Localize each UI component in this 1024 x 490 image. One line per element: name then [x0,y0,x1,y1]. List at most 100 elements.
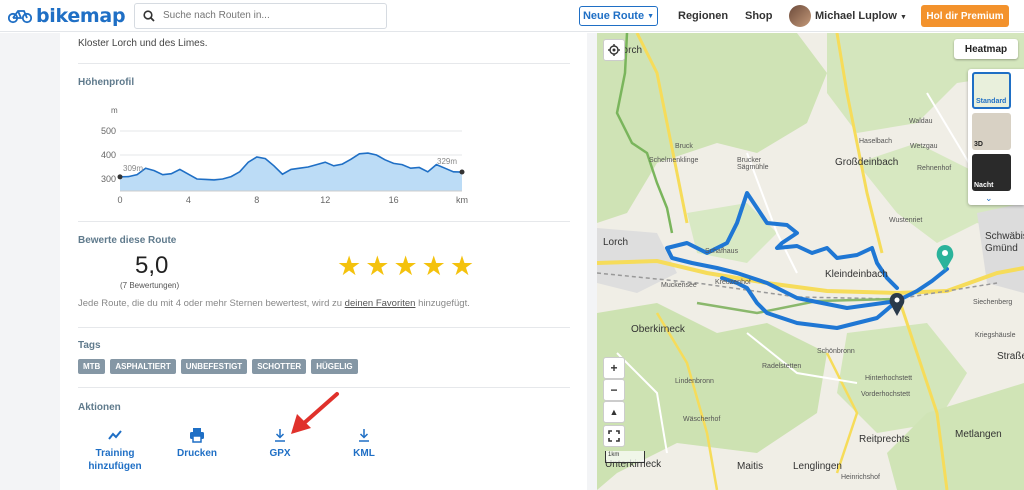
layer-3d[interactable]: 3D [972,113,1011,150]
map-place-label: Haselbach [859,138,893,145]
x-tick-label: 0 [117,195,122,205]
map-place-label: Vorderhochstett [861,391,911,398]
map-place-label: Lindenbronn [675,378,714,385]
y-tick-label: 500 [101,126,116,136]
kml-label: KML [353,448,375,459]
divider [78,327,570,328]
zoom-out-button[interactable]: − [603,379,625,401]
x-tick-label: km [456,195,468,205]
map-canvas[interactable] [597,33,1024,490]
layer-name: Nacht [974,182,994,189]
print-button[interactable]: Drucken [170,426,224,460]
end-elevation-label: 329m [437,157,457,166]
kml-download-button[interactable]: KML [337,426,391,460]
nav-shop[interactable]: Shop [745,10,773,22]
rating-note-text: Jede Route, die du mit 4 oder mehr Stern… [78,298,343,309]
actions-title: Aktionen [78,402,121,413]
rating-note: Jede Route, die du mit 4 oder mehr Stern… [78,298,470,309]
star-rating[interactable]: ★ ★ ★ ★ ★ [337,253,474,280]
star-icon[interactable]: ★ [365,253,389,280]
top-header: bikemap Neue Route ▼ Regionen Shop Micha… [0,0,1024,32]
map-place-label: Lorch [603,237,629,248]
star-icon[interactable]: ★ [337,253,361,280]
route-description: Kloster Lorch und des Limes. [78,38,208,49]
map-place-label: Kriegshäusle [975,332,1016,339]
tag-list: MTB ASPHALTIERT UNBEFESTIGT SCHOTTER HÜG… [78,359,358,374]
elevation-chart[interactable]: 500 400 300 m 309m 329m 0 4 8 12 16 km [90,103,480,233]
divider [78,63,570,64]
x-tick-label: 12 [320,195,330,205]
compass-button[interactable]: ▲ [603,401,625,423]
map-place-label: Waldau [909,118,933,125]
rating-value: 5,0 [135,252,169,279]
scale-label: 1km [608,452,620,458]
search-input[interactable] [163,10,373,21]
map-place-label: Maitis [737,461,764,472]
tag-mtb[interactable]: MTB [78,359,106,374]
heatmap-button[interactable]: Heatmap [954,39,1018,59]
rating-note-end: hinzugefügt. [418,298,470,309]
x-tick-label: 4 [186,195,191,205]
red-arrow-annotation [291,392,339,434]
divider [78,387,570,388]
map-place-label: Wetzgau [910,143,938,150]
tag-unbefestigt[interactable]: UNBEFESTIGT [180,359,248,374]
y-tick-label: 400 [101,150,116,160]
star-icon[interactable]: ★ [393,253,417,280]
x-tick-label: 8 [254,195,259,205]
user-menu[interactable]: Michael Luplow ▼ [815,10,907,22]
y-tick-label: 300 [101,174,116,184]
map-place-label: Brucker Sägmühle [737,157,769,171]
layer-night[interactable]: Nacht [972,154,1011,191]
logo-text: bikemap [36,4,126,27]
map-place-label: Straße [997,351,1024,362]
fullscreen-button[interactable] [603,425,625,447]
print-label: Drucken [176,448,217,459]
map-place-label: Schönbronn [817,348,855,355]
search-icon [143,9,155,22]
layer-name: Standard [976,98,1007,105]
chevron-down-icon: ▼ [899,14,907,21]
x-tick-label: 16 [389,195,399,205]
compass-icon: ▲ [609,407,619,417]
elevation-area [120,153,462,191]
tag-asphaltiert[interactable]: ASPHALTIERT [110,359,176,374]
tag-huegelig[interactable]: HÜGELIG [311,359,358,374]
map-place-label: Reitprechts [859,434,910,445]
map-place-label: Wustenriet [889,217,923,224]
tag-schotter[interactable]: SCHOTTER [252,359,307,374]
map-place-label: Wäscherhof [683,416,721,423]
premium-button[interactable]: Hol dir Premium [921,5,1009,27]
star-icon[interactable]: ★ [450,253,474,280]
route-map[interactable]: Lorch Haselbach Waldau Bruck Schelmenkli… [597,33,1024,490]
map-place-label: Kreuzenhof [715,279,751,286]
tags-title: Tags [78,340,101,351]
favorites-link[interactable]: deinen Favoriten [345,298,416,309]
map-place-label: Lenglingen [793,461,842,472]
bikemap-logo[interactable]: bikemap [8,5,126,27]
map-place-label: Oberkirneck [631,324,685,335]
user-name: Michael Luplow [815,10,897,22]
nav-regionen[interactable]: Regionen [678,10,728,22]
new-route-label: Neue Route [582,10,645,22]
chevron-down-icon[interactable]: ⌄ [985,193,993,204]
map-place-label: Siechenberg [973,299,1013,306]
printer-icon [190,428,204,443]
crosshair-icon [608,44,620,56]
map-place-label: Heinrichshof [841,474,880,481]
avatar[interactable] [789,5,811,27]
chevron-down-icon: ▼ [647,12,655,20]
new-route-button[interactable]: Neue Route ▼ [579,6,658,26]
locate-button[interactable] [603,39,625,61]
search-box[interactable] [134,2,387,29]
layer-standard[interactable]: Standard [972,72,1011,109]
training-button[interactable]: Training hinzufügen [88,426,142,473]
bike-icon [8,9,32,23]
zoom-in-button[interactable]: + [603,357,625,379]
rating-count: (7 Bewertungen) [120,281,180,290]
elevation-title: Höhenprofil [78,77,135,88]
star-icon[interactable]: ★ [422,253,446,280]
map-place-label: Großdeinbach [835,157,899,168]
divider [78,221,570,222]
end-point [459,169,465,175]
